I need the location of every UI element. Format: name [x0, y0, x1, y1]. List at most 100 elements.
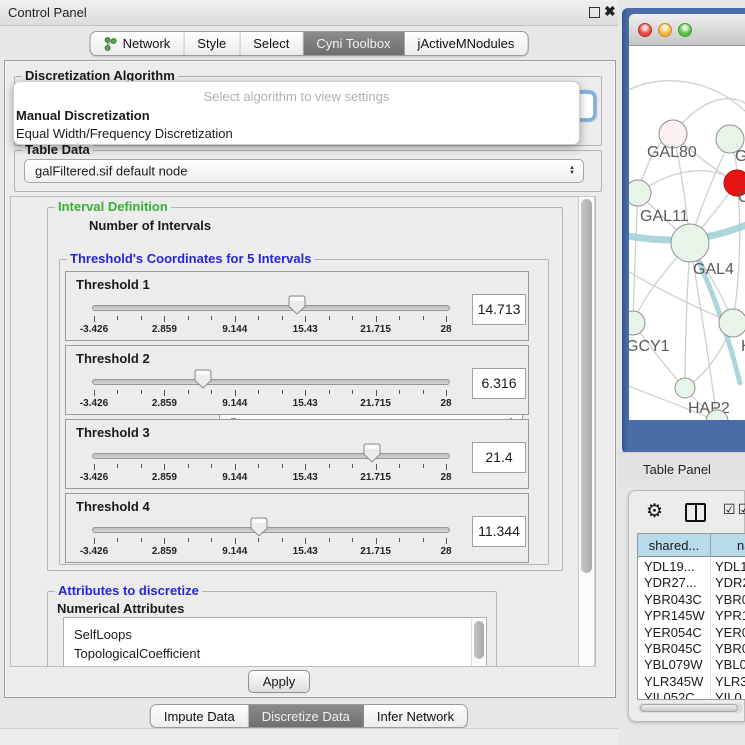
network-view-window: GAL80GACGAL11GAL4GCY1HHAP2 [622, 8, 745, 454]
table-cell[interactable]: YIL052C [644, 689, 711, 700]
threshold-3-value[interactable]: 21.4 [472, 442, 526, 473]
slider-tick [423, 390, 424, 394]
table-horizontal-scrollbar[interactable] [638, 703, 743, 713]
apply-button[interactable]: Apply [248, 670, 310, 693]
threshold-panel-1: Threshold 1-3.4262.8599.14415.4321.71528… [65, 271, 529, 341]
slider-tick [141, 316, 142, 320]
slider-tick [94, 538, 95, 544]
table-cell[interactable]: YBL0 [715, 656, 745, 673]
slider-tick [446, 316, 447, 322]
checkbox-icon[interactable]: ☑ [723, 501, 736, 518]
table-scrollbar-thumb[interactable] [640, 704, 738, 712]
threshold-1-slider-thumb[interactable] [288, 295, 306, 315]
settings-vertical-scrollbar[interactable] [578, 196, 595, 667]
network-edge[interactable] [629, 81, 745, 113]
table-cell[interactable]: YDL1 [715, 558, 745, 575]
network-edge[interactable] [633, 193, 638, 323]
table-cell[interactable]: YER0 [715, 624, 745, 641]
popup-item-manual-discretization[interactable]: Manual Discretization [16, 108, 150, 123]
tab-impute-data[interactable]: Impute Data [151, 705, 249, 727]
tab-discretize-data-label: Discretize Data [262, 709, 350, 724]
threshold-3-slider-thumb[interactable] [363, 443, 381, 463]
table-cell[interactable]: YLR345W [644, 673, 711, 690]
threshold-4-slider-thumb[interactable] [250, 517, 268, 537]
slider-tick-label: 15.43 [275, 472, 335, 483]
column-header-shared[interactable]: shared... [638, 534, 711, 557]
attribute-item-betweennesscentrality[interactable]: BetweennessCentrality [74, 663, 207, 667]
columns-icon[interactable] [685, 503, 706, 522]
table-cell[interactable]: YIL0 [715, 689, 745, 700]
threshold-panel-4: Threshold 4-3.4262.8599.14415.4321.71528… [65, 493, 529, 563]
popup-item-equal-width-frequency-discretization[interactable]: Equal Width/Frequency Discretization [16, 126, 233, 141]
checkbox-icon[interactable]: ☑ [738, 501, 745, 518]
slider-tick-label: 21.715 [346, 546, 406, 557]
column-header-na[interactable]: na [711, 534, 745, 557]
table-cell[interactable]: YBR0 [715, 640, 745, 657]
table-cell[interactable]: YBR043C [644, 591, 711, 608]
slider-tick [188, 464, 189, 468]
network-node-label: C [738, 189, 745, 206]
close-traffic-light[interactable] [638, 23, 652, 37]
table-data-select[interactable]: galFiltered.sif default node ▲▼ [24, 159, 584, 183]
tab-select[interactable]: Select [240, 32, 303, 55]
table-panel-title: Table Panel [643, 462, 711, 477]
table-cell[interactable]: YDR27... [644, 574, 711, 591]
attribute-item-selfloops[interactable]: SelfLoops [74, 625, 132, 644]
network-node-hap2[interactable] [675, 378, 695, 398]
threshold-3-slider-track[interactable] [92, 453, 450, 459]
network-node-label: H [741, 338, 745, 355]
threshold-2-slider-thumb[interactable] [194, 369, 212, 389]
network-node-h[interactable] [719, 309, 745, 337]
network-node-label: GA [735, 148, 745, 165]
table-cell[interactable]: YDR2 [715, 574, 745, 591]
network-node-gal11[interactable] [629, 180, 651, 206]
tab-infer-network[interactable]: Infer Network [364, 705, 467, 727]
table-cell[interactable]: YPR1 [715, 607, 745, 624]
attributes-list-scrollbar[interactable] [471, 619, 485, 667]
network-node-label: GCY1 [629, 338, 670, 355]
slider-tick [376, 316, 377, 322]
float-window-icon[interactable] [589, 7, 600, 18]
slider-tick-label: 28 [416, 324, 476, 335]
network-edge[interactable] [638, 171, 737, 193]
threshold-2-value[interactable]: 6.316 [472, 368, 526, 399]
table-cell[interactable]: YPR145W [644, 607, 711, 624]
threshold-2-slider-track[interactable] [92, 379, 450, 385]
slider-tick [164, 390, 165, 396]
slider-tick-label: 15.43 [275, 324, 335, 335]
gear-icon[interactable]: ⚙ [646, 500, 663, 523]
tab-discretize-data[interactable]: Discretize Data [249, 705, 364, 727]
zoom-traffic-light[interactable] [678, 23, 692, 37]
network-node-gal4[interactable] [671, 224, 709, 262]
tab-network[interactable]: Network [91, 32, 185, 55]
table-cell[interactable]: YBR0 [715, 591, 745, 608]
table-cell[interactable]: YER054C [644, 624, 711, 641]
table-cell[interactable]: YDL19... [644, 558, 711, 575]
tab-jactivemnodules[interactable]: jActiveMNodules [405, 32, 528, 55]
slider-tick [211, 464, 212, 468]
slider-tick [305, 390, 306, 396]
attribute-item-topologicalcoefficient[interactable]: TopologicalCoefficient [74, 644, 200, 663]
attributes-scrollbar-thumb[interactable] [474, 621, 484, 659]
slider-tick-label: 15.43 [275, 398, 335, 409]
numerical-attributes-list[interactable]: SelfLoopsTopologicalCoefficientBetweenne… [63, 617, 487, 667]
slider-tick [94, 316, 95, 322]
tab-cyni-toolbox[interactable]: Cyni Toolbox [303, 32, 404, 55]
table-cell[interactable]: YBL079W [644, 656, 711, 673]
threshold-4-slider-track[interactable] [92, 527, 450, 533]
table-cell[interactable]: YBR045C [644, 640, 711, 657]
network-node-gcy1[interactable] [629, 311, 645, 335]
close-icon[interactable]: ✖ [604, 3, 616, 20]
threshold-4-value[interactable]: 11.344 [472, 516, 526, 547]
bottom-strip [0, 728, 618, 745]
threshold-1-slider-track[interactable] [92, 305, 450, 311]
table-cell[interactable]: YLR3 [715, 673, 745, 690]
network-graph: GAL80GACGAL11GAL4GCY1HHAP2 [629, 46, 745, 420]
control-panel-title: Control Panel [8, 5, 87, 20]
minimize-traffic-light[interactable] [658, 23, 672, 37]
settings-scrollbar-thumb[interactable] [581, 199, 592, 573]
network-canvas[interactable]: GAL80GACGAL11GAL4GCY1HHAP2 [629, 46, 745, 420]
tab-style[interactable]: Style [184, 32, 240, 55]
threshold-1-value[interactable]: 14.713 [472, 294, 526, 325]
network-edge[interactable] [685, 243, 690, 388]
